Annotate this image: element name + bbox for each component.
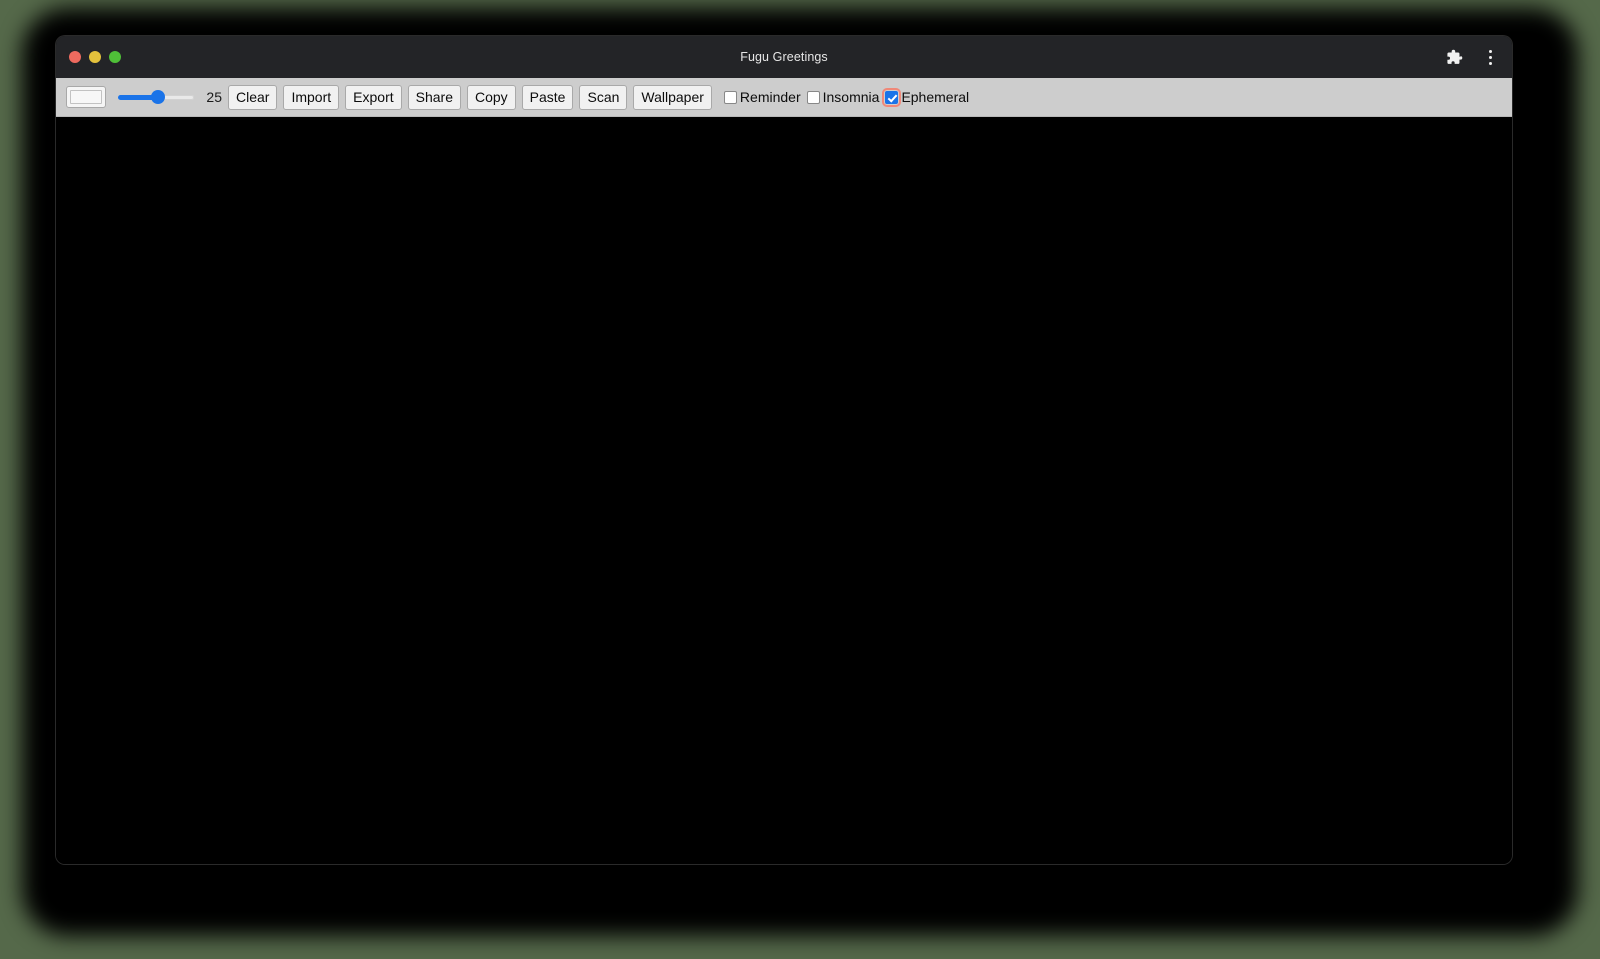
slider-value-label: 25 [206, 89, 222, 105]
clear-button[interactable]: Clear [228, 84, 278, 110]
color-swatch [70, 90, 102, 104]
wallpaper-button[interactable]: Wallpaper [633, 84, 712, 110]
reminder-checkbox-label: Reminder [739, 89, 801, 105]
line-width-slider[interactable] [118, 87, 194, 107]
title-bar: Fugu Greetings [56, 36, 1512, 78]
insomnia-checkbox[interactable] [806, 90, 820, 104]
color-picker-input[interactable] [66, 86, 106, 108]
ephemeral-checkbox[interactable] [882, 87, 902, 107]
close-window-button[interactable] [69, 51, 81, 63]
browser-menu-icon[interactable] [1478, 45, 1502, 69]
slider-thumb[interactable] [150, 90, 165, 104]
traffic-light-controls [69, 51, 121, 63]
reminder-checkbox[interactable] [723, 90, 737, 104]
scan-button[interactable]: Scan [579, 84, 628, 110]
minimize-window-button[interactable] [89, 51, 101, 63]
copy-button[interactable]: Copy [466, 84, 516, 110]
app-toolbar: 25 Clear Import Export Share Copy Paste … [56, 78, 1512, 117]
maximize-window-button[interactable] [109, 51, 121, 63]
window-title: Fugu Greetings [740, 50, 828, 64]
insomnia-checkbox-label: Insomnia [822, 89, 880, 105]
insomnia-checkbox-group[interactable]: Insomnia [801, 89, 880, 105]
ephemeral-checkbox-label: Ephemeral [901, 89, 970, 105]
desktop-background: Fugu Greetings 25 Clear Import Export Sh… [0, 0, 1600, 959]
reminder-checkbox-group[interactable]: Reminder [718, 89, 801, 105]
extensions-icon[interactable] [1442, 45, 1466, 69]
drawing-canvas[interactable] [56, 117, 1512, 864]
titlebar-actions [1442, 45, 1502, 69]
paste-button[interactable]: Paste [521, 84, 574, 110]
export-button[interactable]: Export [345, 84, 402, 110]
share-button[interactable]: Share [407, 84, 461, 110]
browser-window: Fugu Greetings 25 Clear Import Export Sh… [56, 36, 1512, 864]
ephemeral-checkbox-group[interactable]: Ephemeral [879, 87, 970, 107]
import-button[interactable]: Import [283, 84, 340, 110]
